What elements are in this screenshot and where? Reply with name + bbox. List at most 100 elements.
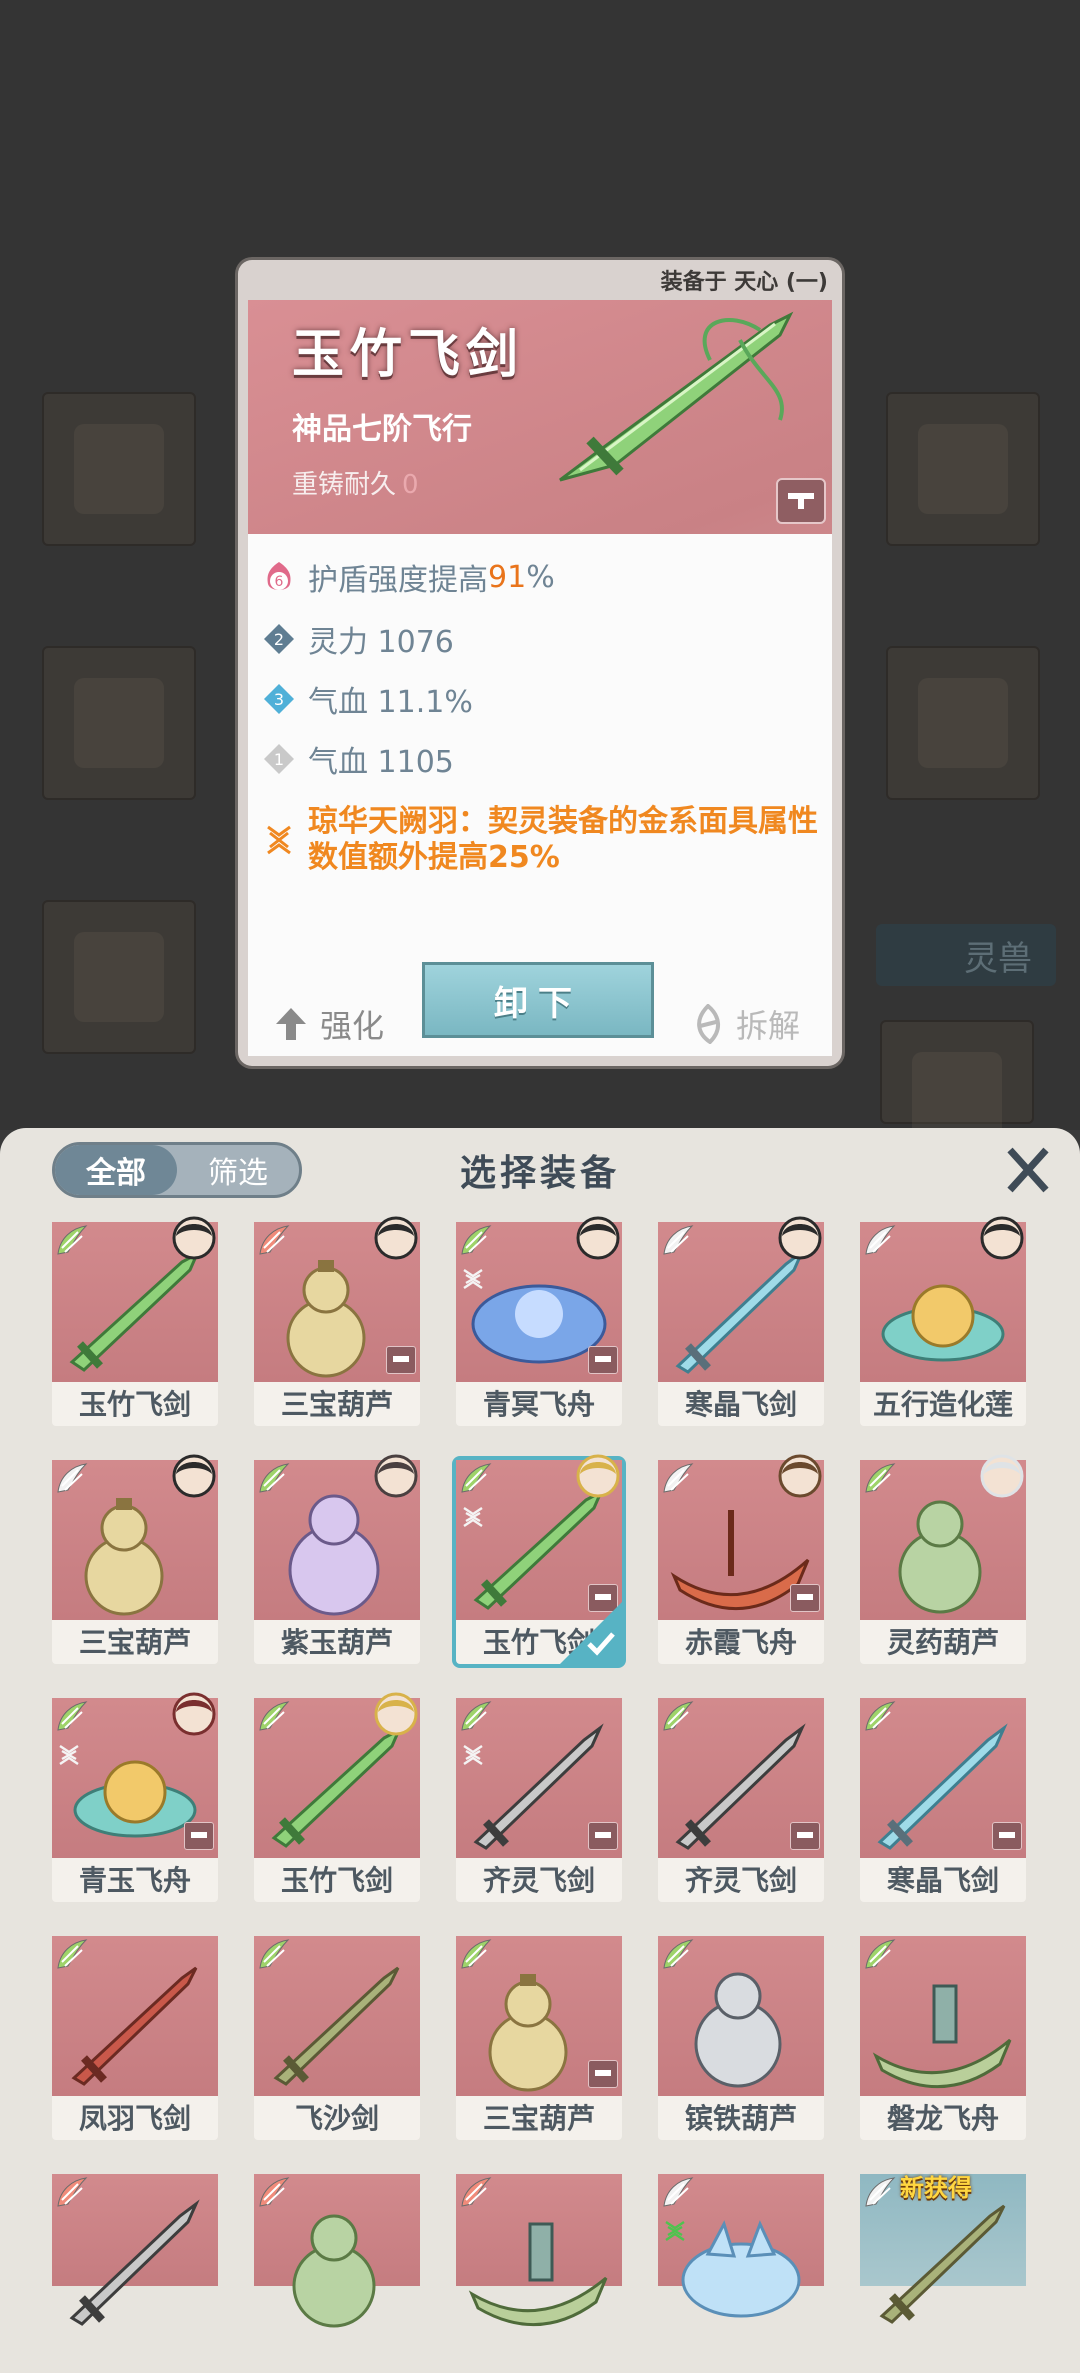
strengthen-label: 强化 xyxy=(320,1007,385,1045)
equipment-art-icon xyxy=(468,2222,608,2326)
owner-avatar-icon xyxy=(576,1216,620,1260)
equipment-art-icon xyxy=(84,1498,164,1616)
equipment-card[interactable]: 紫玉葫芦 xyxy=(254,1454,420,1664)
wing-rank-icon xyxy=(461,1939,492,1969)
set-bonus-icon xyxy=(463,1269,483,1289)
set-bonus-icon xyxy=(463,1745,483,1765)
equipment-card[interactable]: 五行造化莲 xyxy=(860,1216,1026,1426)
owner-avatar-icon xyxy=(374,1692,418,1736)
wing-rank-icon xyxy=(663,1939,694,1969)
equipment-name: 齐灵飞剑 xyxy=(482,1864,595,1897)
equipment-card[interactable]: 玉竹飞剑 xyxy=(52,1216,218,1426)
equipment-card[interactable]: 青冥飞舟 xyxy=(456,1216,622,1426)
owner-avatar-icon xyxy=(374,1216,418,1260)
wing-rank-icon xyxy=(663,1701,694,1731)
equipment-name: 赤霞飞舟 xyxy=(684,1626,797,1659)
owner-avatar-icon xyxy=(980,1454,1024,1498)
equipment-card[interactable]: 飞沙剑 xyxy=(254,1936,420,2140)
equipment-card[interactable]: 凤羽飞剑 xyxy=(52,1936,218,2140)
equipment-name: 青玉飞舟 xyxy=(78,1864,191,1897)
wing-rank-icon xyxy=(663,1225,694,1255)
equipment-card[interactable]: 三宝葫芦 xyxy=(52,1454,218,1664)
equipment-name: 寒晶飞剑 xyxy=(684,1388,797,1421)
stat-badge-icon: 6 xyxy=(267,562,291,590)
equipment-name: 五行造化莲 xyxy=(872,1388,1013,1421)
lock-icon xyxy=(588,2060,618,2088)
unequip-button[interactable]: 卸下 xyxy=(422,962,654,1038)
lock-button[interactable] xyxy=(776,478,826,524)
equipment-name: 青冥飞舟 xyxy=(482,1388,595,1421)
equipment-card[interactable] xyxy=(52,2174,218,2326)
equipment-card[interactable] xyxy=(658,2174,824,2318)
equipment-name: 玉竹飞剑 xyxy=(280,1864,393,1897)
equipment-card[interactable] xyxy=(456,2174,622,2326)
stat-badge-icon: 1 xyxy=(264,744,294,774)
wing-rank-icon xyxy=(259,1225,290,1255)
equipment-art-icon xyxy=(271,1726,403,1848)
wing-rank-icon xyxy=(461,2177,492,2207)
equipment-card[interactable]: 三宝葫芦 xyxy=(254,1216,420,1426)
equipment-card[interactable]: 磐龙飞舟 xyxy=(860,1936,1026,2140)
lock-icon xyxy=(184,1822,214,1850)
equipment-slot xyxy=(42,392,196,546)
equipment-card[interactable]: 赤霞飞舟 xyxy=(658,1454,824,1664)
new-item-badge: 新获得 xyxy=(900,2174,972,2202)
stat-badge-number: 1 xyxy=(274,750,284,769)
owner-avatar-icon xyxy=(980,1216,1024,1260)
close-button[interactable] xyxy=(1002,1142,1054,1198)
equipment-card[interactable]: 玉竹飞剑 xyxy=(456,1454,622,1664)
panel-title: 选择装备 xyxy=(459,1153,620,1194)
item-grade: 神品七阶飞行 xyxy=(292,412,472,447)
equipment-art-icon xyxy=(681,2220,801,2318)
wing-rank-icon xyxy=(259,2177,290,2207)
equipment-card[interactable]: 齐灵飞剑 xyxy=(658,1698,824,1902)
checkmark-icon xyxy=(587,1632,615,1656)
equipment-art-icon xyxy=(69,2199,200,2326)
strengthen-button[interactable]: 强化 xyxy=(274,996,414,1052)
equipment-art-icon xyxy=(71,1966,198,2086)
equipment-card[interactable]: 三宝葫芦 xyxy=(456,1936,622,2140)
equipment-card[interactable]: 青玉飞舟 xyxy=(52,1692,218,1902)
stat-label: 气血 1105 xyxy=(308,745,454,780)
wing-rank-icon xyxy=(259,1701,290,1731)
wing-rank-icon xyxy=(663,2177,694,2207)
wing-rank-icon xyxy=(461,1225,492,1255)
equipment-card[interactable]: 寒晶飞剑 xyxy=(860,1698,1026,1902)
equipment-card[interactable] xyxy=(254,2174,420,2328)
item-name: 玉竹飞剑 xyxy=(292,325,525,385)
lock-icon xyxy=(386,1346,416,1374)
equipment-name: 玉竹飞剑 xyxy=(78,1388,191,1421)
equipment-art-icon xyxy=(898,1500,982,1614)
arrow-up-icon xyxy=(276,1008,306,1040)
lock-icon xyxy=(992,1822,1022,1850)
stat-row: 6 护盾强度提高 91% xyxy=(262,554,555,600)
owner-avatar-icon xyxy=(172,1216,216,1260)
equipment-name: 寒晶飞剑 xyxy=(886,1864,999,1897)
equipment-card[interactable]: 玉竹飞剑 xyxy=(254,1692,420,1902)
equipment-card[interactable]: 灵药葫芦 xyxy=(860,1454,1026,1664)
set-bonus-icon xyxy=(665,2221,685,2241)
equipment-name: 磐龙飞舟 xyxy=(886,2102,999,2135)
equipment-card[interactable]: 镔铁葫芦 xyxy=(658,1936,824,2140)
dismantle-button[interactable]: 拆解 xyxy=(690,996,830,1052)
equipment-card[interactable]: 齐灵飞剑 xyxy=(456,1698,622,1902)
wing-rank-icon xyxy=(57,1701,88,1731)
equipped-on-label: 装备于 天心 (一) xyxy=(660,270,828,295)
stat-row: 3 气血 11.1% xyxy=(262,676,473,722)
equipment-art-icon xyxy=(879,2204,1006,2324)
set-bonus-icon xyxy=(463,1507,483,1527)
equipment-card[interactable]: 寒晶飞剑 xyxy=(658,1216,824,1426)
durability-value: 0 xyxy=(402,470,419,500)
equipment-slot xyxy=(886,646,1040,800)
stat-row: 2 灵力 1076 xyxy=(262,616,454,662)
equipment-slot xyxy=(42,646,196,800)
wing-rank-icon xyxy=(865,1463,896,1493)
equipment-card[interactable]: 新获得 xyxy=(860,2174,1026,2324)
stat-label: 护盾强度提高 xyxy=(308,563,488,598)
owner-avatar-icon xyxy=(172,1692,216,1736)
stat-badge-number: 3 xyxy=(274,690,284,709)
equipment-art-icon xyxy=(694,1972,782,2088)
owner-avatar-icon xyxy=(778,1454,822,1498)
stat-value: 91 xyxy=(488,559,527,595)
stat-label: 灵力 1076 xyxy=(308,625,454,660)
